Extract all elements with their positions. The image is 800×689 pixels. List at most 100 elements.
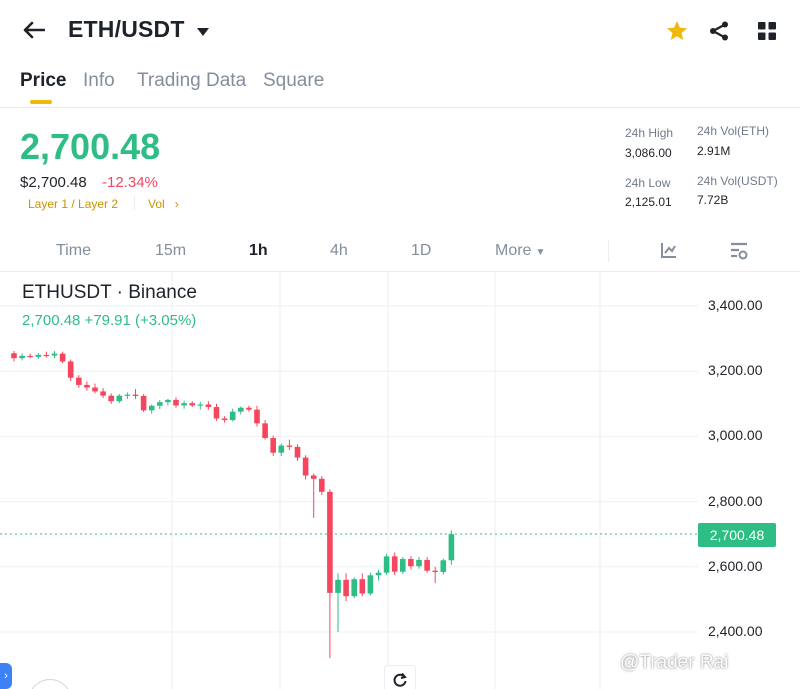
candle-down: [92, 387, 98, 392]
candle-down: [76, 377, 82, 385]
price-change-percent: -12.34%: [102, 174, 158, 191]
candle-down: [286, 445, 293, 447]
candle-up: [383, 556, 390, 573]
candle-down: [424, 559, 430, 571]
candle-up: [400, 558, 406, 572]
candle-up: [448, 534, 455, 561]
candle-down: [84, 384, 90, 388]
candle-down: [310, 475, 317, 479]
candle-up: [229, 411, 236, 421]
caret-down-icon[interactable]: [196, 24, 210, 42]
candle-up: [238, 407, 244, 412]
tab-info[interactable]: Info: [83, 70, 115, 92]
candle-down: [221, 418, 228, 421]
indicator-icon[interactable]: [660, 241, 678, 264]
tab-trading-data[interactable]: Trading Data: [137, 70, 246, 92]
tab-price[interactable]: Price: [20, 70, 66, 92]
y-tick-label: 2,400.00: [708, 623, 763, 639]
candle-down: [343, 579, 349, 597]
y-tick-label: 3,400.00: [708, 297, 763, 313]
candle-down: [327, 491, 333, 593]
candle-up: [19, 355, 25, 359]
interval-more[interactable]: More ▼: [495, 242, 545, 260]
stat-low-value: 2,125.01: [625, 195, 672, 209]
candle-down: [132, 394, 139, 396]
stat-vol-eth-value: 2.91M: [697, 144, 731, 158]
section-tabs: Price Info Trading Data Square: [0, 66, 800, 108]
stat-low-label: 24h Low: [625, 176, 671, 190]
candle-up: [416, 559, 422, 567]
interval-bar: Time 15m 1h 4h 1D More ▼: [0, 232, 800, 272]
interval-15m[interactable]: 15m: [155, 242, 186, 260]
candle-down: [359, 579, 366, 594]
candle-down: [140, 395, 147, 411]
grid-icon[interactable]: [752, 16, 782, 46]
interval-1d[interactable]: 1D: [411, 242, 431, 260]
candle-down: [213, 407, 220, 419]
candle-up: [440, 560, 447, 573]
candle-up: [367, 575, 374, 594]
price-chart[interactable]: ETHUSDT · Binance 2,700.48 +79.91 (+3.05…: [0, 272, 800, 689]
candle-up: [148, 405, 155, 411]
usd-price: $2,700.48: [20, 174, 87, 191]
tag-layer[interactable]: Layer 1 / Layer 2: [28, 197, 118, 211]
candlestick-chart[interactable]: [0, 272, 800, 689]
settings-icon[interactable]: [729, 241, 749, 266]
stat-high-label: 24h High: [625, 126, 674, 140]
watermark: @Trader Rai: [620, 652, 729, 673]
stat-vol-eth-label: 24h Vol(ETH): [697, 124, 770, 138]
expand-tab[interactable]: ›: [0, 663, 12, 689]
chart-title: ETHUSDT · Binance: [22, 282, 197, 303]
tag-vol-label: Vol: [148, 197, 165, 211]
candle-down: [100, 391, 106, 396]
candle-down: [59, 353, 66, 362]
candle-up: [157, 402, 163, 406]
candle-down: [173, 399, 179, 406]
share-icon[interactable]: [704, 16, 734, 46]
candle-down: [302, 457, 309, 476]
candle-down: [108, 395, 114, 402]
candle-down: [11, 353, 17, 359]
chart-subtitle: 2,700.48 +79.91 (+3.05%): [22, 312, 197, 329]
candle-up: [35, 354, 42, 357]
candle-down: [205, 404, 212, 408]
back-arrow-icon[interactable]: [18, 14, 50, 46]
y-tick-label: 2,800.00: [708, 492, 763, 509]
interval-1h[interactable]: 1h: [249, 242, 268, 260]
candle-down: [294, 446, 301, 458]
y-tick-label: 3,000.00: [708, 427, 763, 444]
candle-down: [408, 558, 414, 567]
tag-vol[interactable]: Vol ›: [148, 197, 179, 211]
stat-vol-usdt-value: 7.72B: [697, 193, 729, 207]
candle-down: [319, 478, 325, 492]
y-tick-label: 2,600.00: [708, 557, 763, 574]
tab-square[interactable]: Square: [263, 70, 324, 92]
star-icon[interactable]: [662, 16, 692, 46]
candle-up: [181, 403, 187, 406]
caret-down-icon: ▼: [535, 247, 546, 258]
candle-down: [432, 570, 438, 573]
candle-up: [375, 572, 382, 576]
interval-more-label: More: [495, 242, 532, 259]
candle-up: [335, 579, 341, 593]
candle-down: [391, 556, 398, 572]
reset-icon[interactable]: [384, 665, 416, 689]
candle-down: [262, 423, 268, 439]
stat-high-value: 3,086.00: [625, 146, 672, 160]
interval-divider: [608, 240, 609, 262]
chevron-right-icon: ›: [174, 197, 179, 211]
candle-down: [254, 409, 260, 424]
candle-up: [116, 395, 123, 402]
active-tab-indicator: [30, 100, 52, 104]
tag-divider: [134, 196, 135, 210]
candle-down: [27, 355, 33, 358]
candle-up: [197, 404, 204, 406]
interval-time[interactable]: Time: [56, 242, 91, 260]
interval-4h[interactable]: 4h: [330, 242, 348, 260]
candle-up: [165, 399, 171, 403]
candle-up: [351, 579, 357, 597]
candle-up: [124, 394, 131, 396]
pair-title[interactable]: ETH/USDT: [68, 16, 185, 43]
candle-down: [270, 438, 276, 453]
top-bar: ETH/USDT: [0, 0, 800, 62]
